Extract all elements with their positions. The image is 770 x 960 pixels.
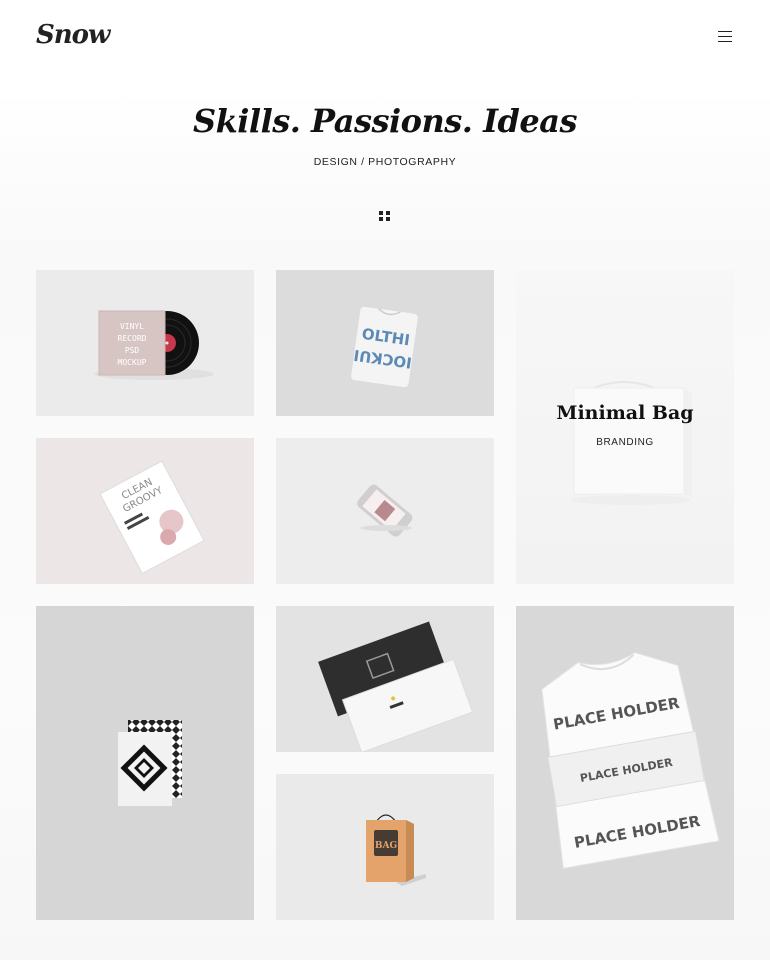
hamburger-icon[interactable]: [714, 29, 736, 45]
magazine-image: CLEAN GROOVY: [99, 460, 205, 575]
portfolio-item-category: BRANDING: [596, 437, 654, 448]
site-logo[interactable]: Snow: [36, 20, 110, 50]
tshirt-image: OLTHI IOCKUI: [351, 306, 418, 388]
portfolio-item-tshirt[interactable]: OLTHI IOCKUI: [276, 270, 494, 416]
folded-tshirt-image: PLACE HOLDER PLACE HOLDER PLACE HOLDER: [541, 652, 720, 869]
smartphone-image: [357, 484, 413, 537]
svg-text:BAG: BAG: [375, 841, 397, 851]
paper-bag-image: BAG: [366, 814, 426, 886]
portfolio-item-pattern-card[interactable]: [36, 606, 254, 920]
page-title: Skills. Passions. Ideas: [192, 102, 578, 140]
svg-text:RECORD: RECORD: [118, 334, 147, 343]
page-subtitle: DESIGN / PHOTOGRAPHY: [313, 156, 457, 168]
portfolio-item-vinyl-record[interactable]: VINYL RECORD PSD MOCKUP: [36, 270, 254, 416]
business-cards-image: [318, 621, 474, 752]
svg-text:PSD: PSD: [125, 346, 140, 355]
vinyl-record-image: VINYL RECORD PSD MOCKUP: [94, 310, 214, 380]
portfolio-item-paper-bag[interactable]: BAG: [276, 774, 494, 920]
portfolio-item-title: Minimal Bag: [556, 402, 694, 424]
svg-text:VINYL: VINYL: [120, 322, 144, 331]
portfolio-item-minimal-bag[interactable]: Minimal Bag BRANDING: [516, 270, 734, 584]
portfolio-item-magazine[interactable]: CLEAN GROOVY: [36, 438, 254, 584]
grid-icon[interactable]: [377, 208, 393, 224]
portfolio-item-folded-tshirt[interactable]: PLACE HOLDER PLACE HOLDER PLACE HOLDER: [516, 606, 734, 920]
portfolio-item-business-cards[interactable]: [276, 606, 494, 752]
minimal-bag-image: [571, 381, 692, 505]
pattern-card-image: [118, 720, 182, 806]
portfolio-item-smartphone[interactable]: [276, 438, 494, 584]
svg-text:MOCKUP: MOCKUP: [118, 358, 147, 367]
